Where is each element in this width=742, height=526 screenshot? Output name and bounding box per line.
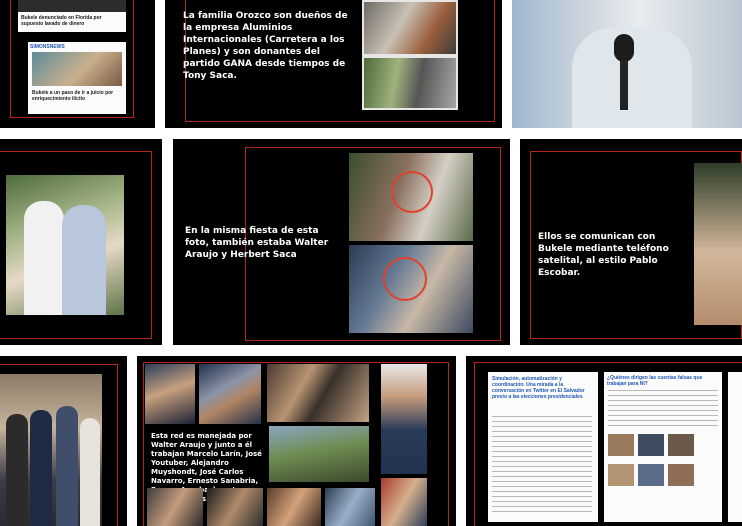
highlight-circle [391,171,433,213]
report-thumb [668,434,694,456]
slide-thumbnail-satelital[interactable]: Ellos se comunican con Bukele mediante t… [520,139,742,345]
photo-group-top [364,2,456,54]
person-figure [6,414,28,526]
satellite-phone-photo [694,163,742,325]
slide-thumbnail-group[interactable] [0,356,127,526]
microphone-icon [614,34,634,62]
slide-caption: La familia Orozco son dueños de la empre… [183,11,348,81]
news-headline-bottom: Bukele a un paso de ir a juicio por enri… [32,90,114,102]
group-photo [0,374,102,526]
news-headline-top: Bukele denunciado en Florida por supuest… [21,15,102,27]
fiesta-photo-top [349,153,473,241]
report-text-lines [608,390,718,430]
photo-strip-3 [267,488,321,526]
report-thumb [638,464,664,486]
report-thumb [608,434,634,456]
photo-field [269,426,369,482]
photo-speaker [199,364,261,424]
report-page-edge [728,372,742,522]
microphone-handle [620,60,628,110]
slide-thumbnail-news[interactable]: Bukele denunciado en Florida por supuest… [0,0,155,128]
report-thumb [668,464,694,486]
slide-thumbnail-couple[interactable] [0,139,162,345]
highlight-circle [383,257,427,301]
report-right-title: ¿Quiénes dirigen las cuentas falsas que … [607,375,703,387]
slide-thumbnail-fiesta[interactable]: En la misma fiesta de esta foto, también… [173,139,510,345]
photo-strip-4 [325,488,375,526]
slide-caption: Ellos se comunican con Bukele mediante t… [538,232,669,278]
slide-thumbnail-network[interactable]: Esta red es manejada por Walter Araujo y… [137,356,456,526]
report-page-right: ¿Quiénes dirigen las cuentas falsas que … [604,372,722,522]
photo-group-bottom [364,58,456,108]
report-thumb [608,464,634,486]
photo-strip-1 [147,488,203,526]
photo-politician [145,364,195,424]
slide-thumbnail-twitter-report[interactable]: Simulación, automatización y coordinació… [466,356,742,526]
news-clipping-bottom: SIMONSNEWS Bukele a un paso de ir a juic… [28,42,126,114]
fiesta-photo-bottom [349,245,473,333]
person-figure [80,418,100,526]
slide-thumbnail-orozco[interactable]: La familia Orozco son dueños de la empre… [165,0,502,128]
person-right [62,205,106,315]
photo-duo [267,364,369,422]
news-photo [32,52,122,86]
person-figure [30,410,52,526]
photo-man-cap [381,364,427,474]
news-clipping-top: Bukele denunciado en Florida por supuest… [18,0,126,32]
report-page-left: Simulación, automatización y coordinació… [488,372,598,522]
report-title: Simulación, automatización y coordinació… [492,376,585,400]
slide-thumbnail-speaker[interactable] [512,0,742,128]
photo-strip-2 [207,488,263,526]
person-figure [56,406,78,526]
report-text-lines [492,416,592,516]
photo-collage [362,0,458,110]
news-brand: SIMONSNEWS [30,44,65,50]
report-thumb [638,434,664,456]
person-left [24,201,64,315]
couple-photo [6,175,124,315]
photo-strip-5 [381,478,427,526]
slide-caption: En la misma fiesta de esta foto, también… [185,226,329,260]
